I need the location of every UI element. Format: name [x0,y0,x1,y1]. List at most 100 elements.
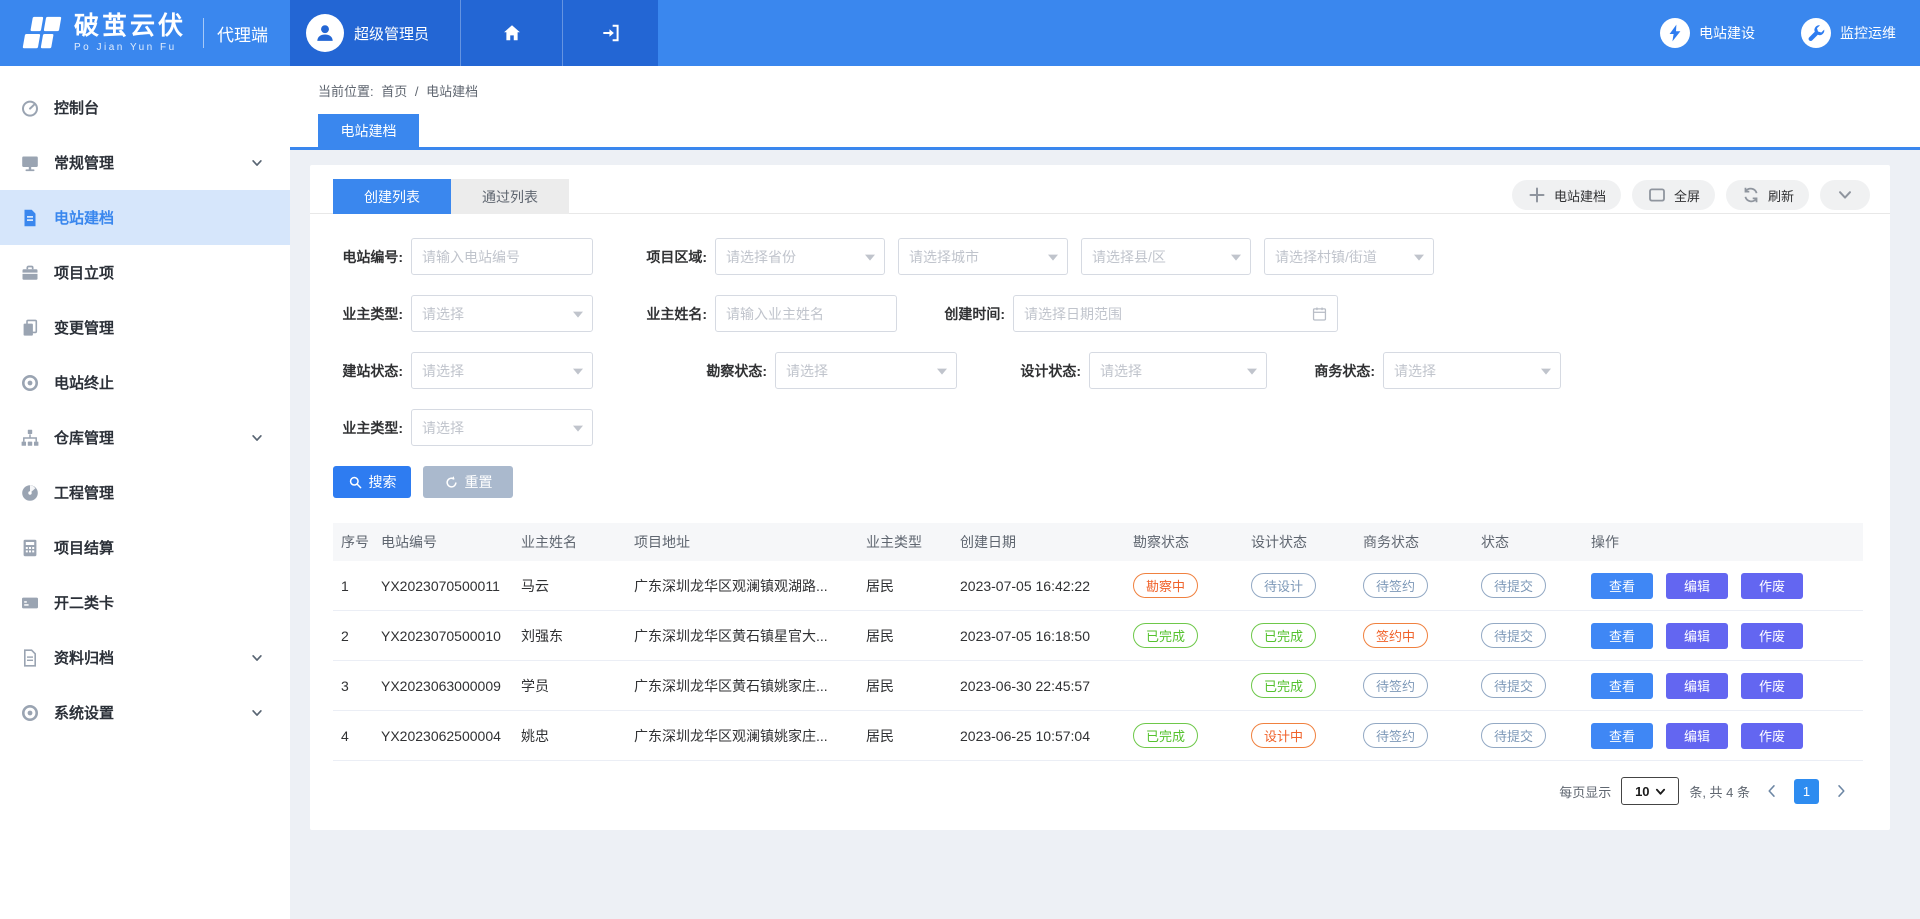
terminate-icon [20,371,43,394]
owner-type-select[interactable]: 请选择 [411,295,593,332]
button-label: 电站建档 [1554,186,1606,205]
void-button[interactable]: 作废 [1741,623,1803,649]
status-badge: 待提交 [1481,573,1546,598]
build-status-select[interactable]: 请选择 [411,352,593,389]
province-select-group: 项目区域:请选择省份 [637,238,885,275]
page-size-select[interactable]: 10 [1621,777,1679,805]
page-number-button[interactable]: 1 [1794,779,1819,804]
void-button[interactable]: 作废 [1741,573,1803,599]
breadcrumb-home-link[interactable]: 首页 [381,84,407,99]
view-button[interactable]: 查看 [1591,623,1653,649]
edit-button[interactable]: 编辑 [1666,623,1728,649]
tab-1[interactable]: 创建列表 [333,179,451,214]
filter-row-2: 业主类型:请选择业主姓名:创建时间: [333,295,1890,332]
logo-icon [18,14,64,52]
chevron-down-icon [1835,185,1855,205]
sidebar: 控制台常规管理电站建档项目立项变更管理电站终止仓库管理工程管理项目结算开二类卡资… [0,66,290,919]
select-placeholder: 请选择 [1394,361,1436,381]
void-button[interactable]: 作废 [1741,723,1803,749]
collapse-button[interactable] [1820,180,1870,210]
owner-name-input-input[interactable] [716,296,896,331]
village-select[interactable]: 请选择村镇/街道 [1264,238,1434,275]
design-status-select[interactable]: 请选择 [1089,352,1267,389]
chevron-down-icon [250,651,264,665]
table-header-row: 序号电站编号业主姓名项目地址业主类型创建日期勘察状态设计状态商务状态状态操作 [333,523,1863,561]
filter-row-3: 建站状态:请选择勘察状态:请选择设计状态:请选择商务状态:请选择 [333,352,1890,389]
table-row: 4YX2023062500004姚忠广东深圳龙华区观澜镇姚家庄...居民2023… [333,711,1863,761]
sidebar-item-10[interactable]: 开二类卡 [0,575,290,630]
sidebar-item-6[interactable]: 电站终止 [0,355,290,410]
actions-cell: 查看编辑作废 [1583,623,1863,649]
per-page-label: 每页显示 [1559,782,1611,801]
page-tab[interactable]: 电站建档 [318,114,419,147]
sidebar-item-7[interactable]: 仓库管理 [0,410,290,465]
reset-button[interactable]: 重置 [423,466,513,498]
caret-down-icon [573,368,583,374]
view-button[interactable]: 查看 [1591,573,1653,599]
city-select[interactable]: 请选择城市 [898,238,1068,275]
cell: YX2023070500011 [373,578,513,594]
create-time-range-group: 创建时间: [935,295,1338,332]
sidebar-item-1[interactable]: 控制台 [0,80,290,135]
sidebar-item-4[interactable]: 项目立项 [0,245,290,300]
caret-down-icon [573,311,583,317]
sidebar-item-12[interactable]: 系统设置 [0,685,290,740]
edit-button[interactable]: 编辑 [1666,673,1728,699]
county-select[interactable]: 请选择县/区 [1081,238,1251,275]
user-menu[interactable]: 超级管理员 [290,0,460,66]
status-badge: 待提交 [1481,623,1546,648]
sidebar-item-2[interactable]: 常规管理 [0,135,290,190]
station-code-input-input[interactable] [412,239,592,274]
select-placeholder: 请选择村镇/街道 [1275,247,1377,267]
chevron-right-icon [1833,783,1849,799]
card-head: 创建列表通过列表 电站建档 全屏刷新 [310,165,1890,214]
home-button[interactable] [460,0,562,66]
select-placeholder: 请选择 [422,304,464,324]
status-badge: 待签约 [1363,723,1428,748]
field-label: 业主类型: [333,418,403,438]
plus-button[interactable]: 电站建档 [1512,180,1621,210]
tab-2[interactable]: 通过列表 [451,179,569,214]
status-cell: 签约中 [1355,623,1473,648]
create-time-range-input[interactable] [1014,296,1337,331]
refresh-button[interactable]: 刷新 [1726,180,1809,210]
cell: 马云 [513,576,626,596]
sidebar-item-11[interactable]: 资料归档 [0,630,290,685]
build-status-select-group: 建站状态: 请选择 [333,352,593,389]
sidebar-item-9[interactable]: 项目结算 [0,520,290,575]
table-body: 1YX2023070500011马云广东深圳龙华区观澜镇观湖路...居民2023… [333,561,1863,761]
owner-type-select-2[interactable]: 请选择 [411,409,593,446]
select-placeholder: 请选择城市 [909,247,979,267]
edit-button[interactable]: 编辑 [1666,573,1728,599]
sidebar-item-8[interactable]: 工程管理 [0,465,290,520]
project-icon [20,261,43,284]
owner-name-input-group: 业主姓名: [637,295,897,332]
search-button-label: 搜索 [369,472,397,492]
survey-status-select[interactable]: 请选择 [775,352,957,389]
owner-type-select-2-group: 业主类型: 请选择 [333,409,593,446]
void-button[interactable]: 作废 [1741,673,1803,699]
sidebar-menu: 控制台常规管理电站建档项目立项变更管理电站终止仓库管理工程管理项目结算开二类卡资… [0,80,290,740]
status-badge: 待设计 [1251,573,1316,598]
field-label: 业主姓名: [637,304,707,324]
sidebar-item-label: 电站终止 [54,372,114,393]
province-select[interactable]: 请选择省份 [715,238,885,275]
edit-button[interactable]: 编辑 [1666,723,1728,749]
header-nav-item-1[interactable]: 电站建设 [1660,18,1755,48]
fullscreen-button[interactable]: 全屏 [1632,180,1715,210]
prev-page-button[interactable] [1760,783,1784,799]
business-status-select[interactable]: 请选择 [1383,352,1561,389]
city-select-group: 请选择城市 [898,238,1068,275]
warehouse-icon [20,426,43,449]
logout-button[interactable] [562,0,658,66]
sidebar-item-3[interactable]: 电站建档 [0,190,290,245]
header-nav-item-2[interactable]: 监控运维 [1801,18,1896,48]
search-button[interactable]: 搜索 [333,466,411,498]
sidebar-item-5[interactable]: 变更管理 [0,300,290,355]
view-button[interactable]: 查看 [1591,723,1653,749]
next-page-button[interactable] [1829,783,1853,799]
view-button[interactable]: 查看 [1591,673,1653,699]
field-label: 建站状态: [333,361,403,381]
field-label: 创建时间: [935,304,1005,324]
reset-button-label: 重置 [465,472,493,492]
